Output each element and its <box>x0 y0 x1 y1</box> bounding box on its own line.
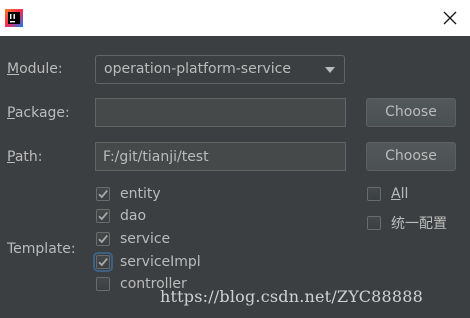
path-label-text: ath: <box>14 149 43 165</box>
service-checkbox-box[interactable] <box>96 232 110 246</box>
unified-config-checkbox-box[interactable] <box>367 216 381 230</box>
package-label: Package: <box>7 103 70 123</box>
module-label-mnemonic: M <box>7 61 20 77</box>
serviceimpl-checkbox-box[interactable] <box>93 252 113 272</box>
serviceimpl-checkbox[interactable]: serviceImpl <box>93 252 201 272</box>
dao-checkbox-box[interactable] <box>96 209 110 223</box>
checkmark-icon <box>98 190 108 199</box>
close-icon <box>443 11 457 25</box>
package-choose-button[interactable]: Choose <box>366 98 456 127</box>
close-button[interactable] <box>440 8 460 28</box>
unified-config-checkbox[interactable]: 统一配置 <box>367 213 447 233</box>
entity-checkbox[interactable]: entity <box>96 184 161 204</box>
dao-checkbox[interactable]: dao <box>96 206 146 226</box>
all-checkbox-mnemonic: A <box>391 186 401 202</box>
serviceimpl-checkbox-label: serviceImpl <box>120 254 201 270</box>
entity-checkbox-label: entity <box>120 186 161 202</box>
path-label-mnemonic: P <box>7 149 15 165</box>
all-checkbox[interactable]: All <box>367 184 408 204</box>
title-bar <box>0 0 470 36</box>
watermark-text: https://blog.csdn.net/ZYC88888 <box>160 287 424 306</box>
all-checkbox-box[interactable] <box>367 187 381 201</box>
dao-checkbox-label: dao <box>120 208 147 224</box>
module-dropdown-value: operation-platform-service <box>104 61 291 77</box>
package-label-mnemonic: P <box>7 105 15 121</box>
module-dropdown[interactable]: operation-platform-service <box>95 55 345 84</box>
all-checkbox-text: ll <box>400 186 409 202</box>
template-label: Template: <box>7 241 76 257</box>
service-checkbox-label: service <box>120 231 171 247</box>
path-input[interactable] <box>95 142 346 171</box>
path-choose-button[interactable]: Choose <box>366 142 456 171</box>
unified-config-checkbox-label: 统一配置 <box>391 216 447 232</box>
module-label-text: odule: <box>19 61 63 77</box>
chevron-down-icon <box>325 67 335 73</box>
all-checkbox-label: All <box>391 186 408 202</box>
intellij-idea-icon <box>5 9 23 27</box>
package-input[interactable] <box>95 98 346 127</box>
entity-checkbox-box[interactable] <box>96 187 110 201</box>
service-checkbox[interactable]: service <box>96 229 170 249</box>
module-label: Module: <box>7 59 63 79</box>
checkmark-icon <box>98 235 108 244</box>
checkmark-icon <box>98 212 108 221</box>
checkmark-icon <box>98 258 108 267</box>
controller-checkbox-box[interactable] <box>96 277 110 291</box>
package-label-text: ackage: <box>14 105 70 121</box>
path-label: Path: <box>7 147 43 167</box>
